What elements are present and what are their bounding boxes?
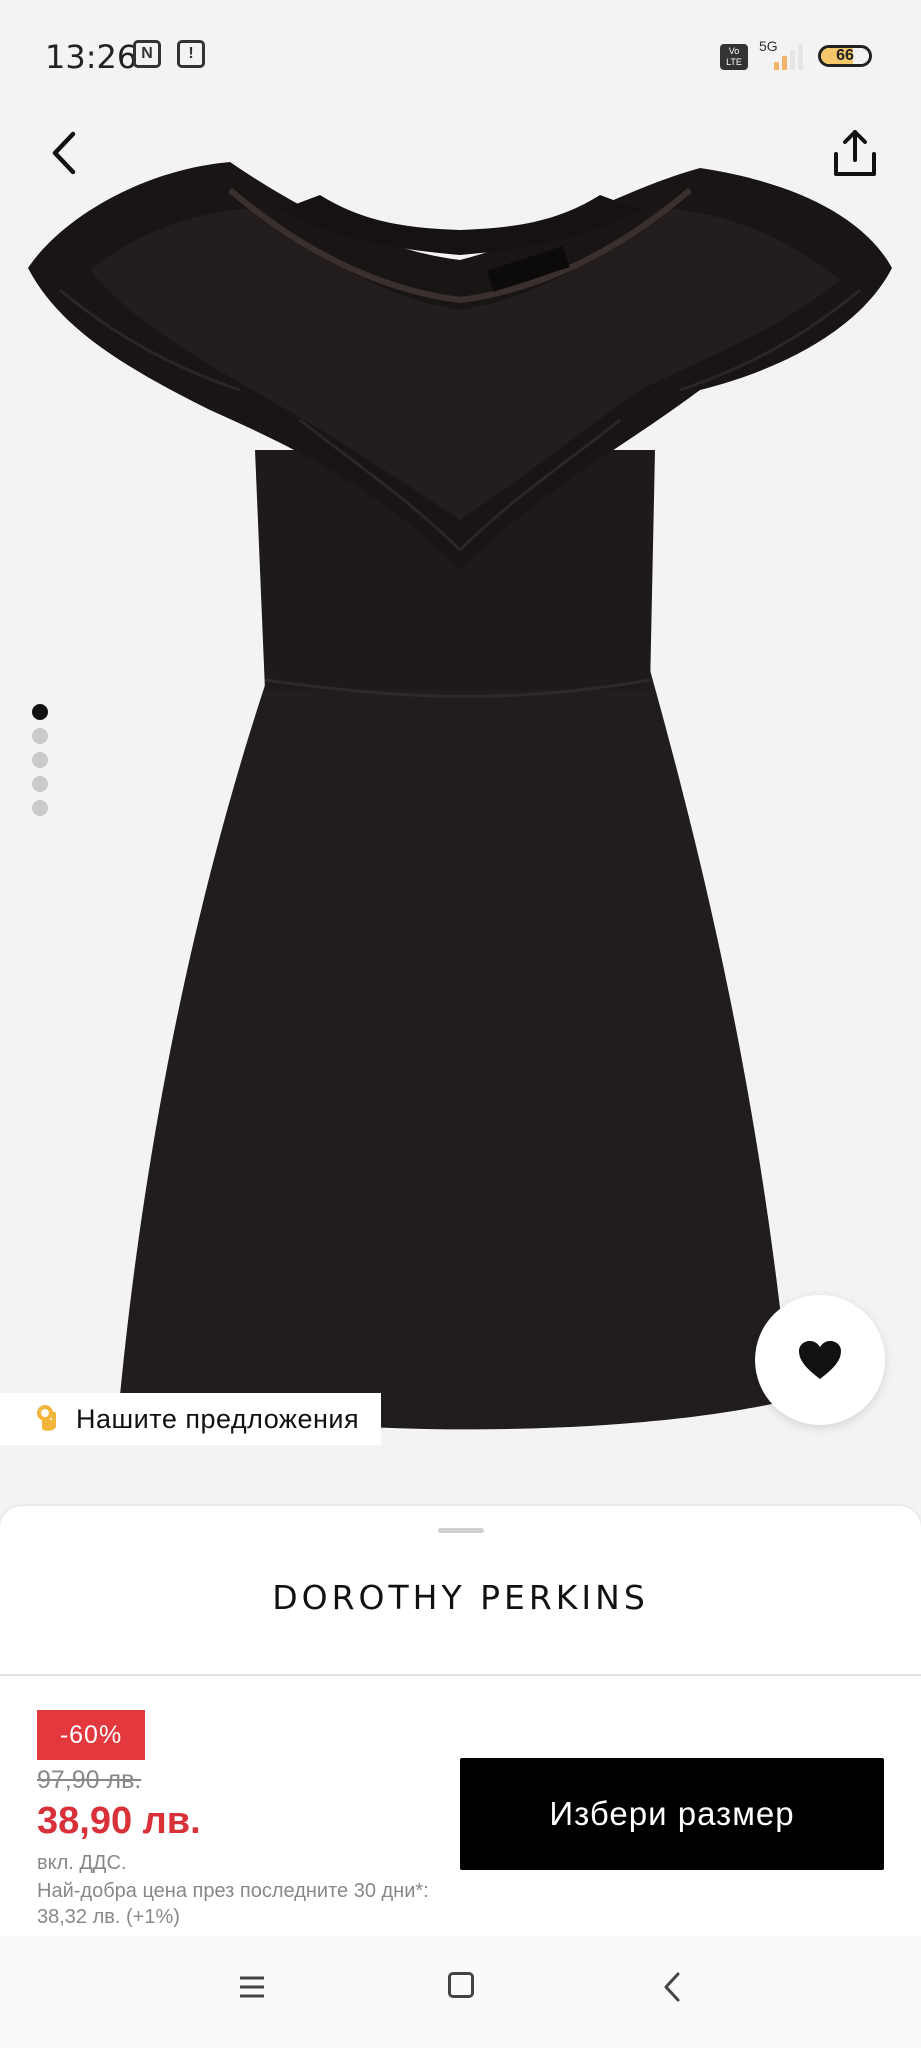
back-icon[interactable] xyxy=(660,1970,686,2004)
carousel-dots[interactable] xyxy=(32,704,48,824)
carousel-dot[interactable] xyxy=(32,800,48,816)
battery-icon: 66 xyxy=(818,45,872,67)
carousel-dot[interactable] xyxy=(32,728,48,744)
status-bar: 13:26 N ! Vo LTE 5G 66 xyxy=(0,0,921,110)
brand-name[interactable]: DOROTHY PERKINS xyxy=(0,1578,921,1617)
sale-price: 38,90 лв. xyxy=(37,1800,201,1842)
share-button[interactable] xyxy=(830,128,880,180)
system-nav-bar xyxy=(0,1936,921,2048)
vat-note: вкл. ДДС. xyxy=(37,1852,127,1874)
menu-icon[interactable] xyxy=(238,1974,266,2000)
product-image[interactable] xyxy=(0,150,921,1450)
favorite-button[interactable] xyxy=(755,1295,885,1425)
signal-icon xyxy=(774,44,803,70)
battery-text: 66 xyxy=(836,47,854,64)
nfc-icon: N xyxy=(133,40,161,68)
select-size-button[interactable]: Избери размер xyxy=(460,1758,884,1870)
status-time: 13:26 xyxy=(45,38,138,76)
carousel-dot[interactable] xyxy=(32,704,48,720)
back-button[interactable] xyxy=(45,128,85,178)
carousel-dot[interactable] xyxy=(32,752,48,768)
old-price: 97,90 лв. xyxy=(37,1766,142,1794)
sheet-handle[interactable] xyxy=(438,1528,484,1533)
heart-icon xyxy=(799,1341,841,1379)
suggestions-button[interactable]: Нашите предложения xyxy=(0,1393,382,1445)
product-info-sheet: DOROTHY PERKINS -60% 97,90 лв. 38,90 лв.… xyxy=(0,1506,921,1936)
suggestions-label: Нашите предложения xyxy=(76,1403,360,1434)
ok-hand-emoji-icon xyxy=(37,1405,56,1431)
carousel-dot[interactable] xyxy=(32,776,48,792)
volte-icon: Vo LTE xyxy=(720,44,748,70)
best-price-note: Най-добра цена през последните 30 дни*: … xyxy=(37,1880,429,1928)
discount-badge: -60% xyxy=(37,1710,145,1760)
home-icon[interactable] xyxy=(448,1972,474,1998)
sim-icon: ! xyxy=(177,40,205,68)
divider xyxy=(0,1674,921,1676)
